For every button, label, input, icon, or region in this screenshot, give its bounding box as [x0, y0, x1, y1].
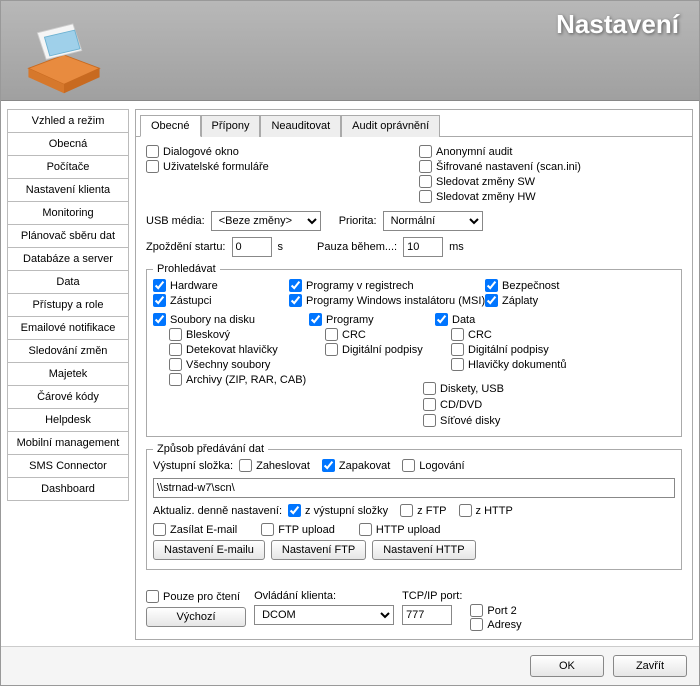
priority-select[interactable]: Normální [383, 211, 483, 231]
cb-archives[interactable]: Archivy (ZIP, RAR, CAB) [169, 373, 297, 386]
sidebar-item-email-notify[interactable]: Emailové notifikace [7, 316, 129, 340]
sidebar-item-barcodes[interactable]: Čárové kódy [7, 385, 129, 409]
sidebar-item-scheduler[interactable]: Plánovač sběru dat [7, 224, 129, 248]
cb-security[interactable]: Bezpečnost [485, 279, 579, 292]
tcp-port-label: TCP/IP port: [402, 590, 462, 602]
cb-digsig-prog[interactable]: Digitální podpisy [325, 343, 423, 356]
start-delay-label: Zpoždění startu: [146, 241, 226, 253]
pause-label: Pauza během...: [317, 241, 397, 253]
cb-from-output[interactable]: z výstupní složky [288, 504, 388, 517]
cb-doc-headers[interactable]: Hlavičky dokumentů [451, 358, 569, 371]
sidebar-item-mobile-mgmt[interactable]: Mobilní management [7, 431, 129, 455]
tab-noaudit[interactable]: Neauditovat [260, 115, 341, 137]
output-folder-input[interactable] [153, 478, 675, 498]
priority-label: Priorita: [339, 215, 377, 227]
cb-msi-programs[interactable]: Programy Windows instalátoru (MSI) [289, 294, 473, 307]
settings-folder-icon [19, 15, 109, 95]
client-control-select[interactable]: DCOM [254, 605, 394, 625]
cb-send-email[interactable]: Zasílat E-mail [153, 523, 237, 536]
cb-data[interactable]: Data [435, 313, 569, 326]
cb-netdisks[interactable]: Síťové disky [423, 414, 500, 427]
cb-crc-data[interactable]: CRC [451, 328, 569, 341]
cb-digsig-data[interactable]: Digitální podpisy [451, 343, 569, 356]
scan-legend: Prohledávat [153, 263, 220, 275]
main-panel: Obecné Přípony Neauditovat Audit oprávně… [135, 109, 693, 640]
sidebar-item-client-settings[interactable]: Nastavení klienta [7, 178, 129, 202]
cb-patches[interactable]: Záplaty [485, 294, 579, 307]
start-delay-unit: s [278, 241, 284, 253]
start-delay-input[interactable] [232, 237, 272, 257]
http-settings-button[interactable]: Nastavení HTTP [372, 540, 475, 560]
tabs: Obecné Přípony Neauditovat Audit oprávně… [136, 110, 692, 137]
tab-extensions[interactable]: Přípony [201, 115, 261, 137]
tcp-port-input[interactable] [402, 605, 452, 625]
footer-area: Pouze pro čtení Výchozí Ovládání klienta… [136, 584, 692, 639]
sidebar-item-helpdesk[interactable]: Helpdesk [7, 408, 129, 432]
settings-window: Nastavení Vzhled a režim Obecná Počítače… [0, 0, 700, 686]
email-settings-button[interactable]: Nastavení E-mailu [153, 540, 265, 560]
sidebar-item-computers[interactable]: Počítače [7, 155, 129, 179]
cb-crc-prog[interactable]: CRC [325, 328, 423, 341]
sidebar: Vzhled a režim Obecná Počítače Nastavení… [7, 109, 129, 640]
cb-ftp-upload[interactable]: FTP upload [261, 523, 335, 536]
header: Nastavení [1, 1, 699, 101]
cb-watch-hw[interactable]: Sledovat změny HW [419, 190, 676, 203]
cb-hardware[interactable]: Hardware [153, 279, 277, 292]
transfer-legend: Způsob předávání dat [153, 443, 268, 455]
pause-input[interactable] [403, 237, 443, 257]
cb-port2[interactable]: Port 2 [470, 604, 521, 617]
cb-reg-programs[interactable]: Programy v registrech [289, 279, 473, 292]
cb-addresses[interactable]: Adresy [470, 618, 521, 631]
cb-shortcuts[interactable]: Zástupci [153, 294, 277, 307]
cb-password[interactable]: Zaheslovat [239, 459, 310, 472]
sidebar-item-change-tracking[interactable]: Sledování změn [7, 339, 129, 363]
cb-flash[interactable]: Bleskový [169, 328, 297, 341]
cb-http-upload[interactable]: HTTP upload [359, 523, 441, 536]
cb-anonymous-audit[interactable]: Anonymní audit [419, 145, 676, 158]
cb-logging[interactable]: Logování [402, 459, 464, 472]
ok-button[interactable]: OK [530, 655, 604, 677]
cb-watch-sw[interactable]: Sledovat změny SW [419, 175, 676, 188]
usb-media-select[interactable]: <Beze změny> [211, 211, 321, 231]
sidebar-item-sms-connector[interactable]: SMS Connector [7, 454, 129, 478]
ftp-settings-button[interactable]: Nastavení FTP [271, 540, 366, 560]
cb-encrypted-settings[interactable]: Šifrované nastavení (scan.ini) [419, 160, 676, 173]
cb-disk-files[interactable]: Soubory na disku [153, 313, 297, 326]
cb-readonly[interactable]: Pouze pro čtení [146, 590, 240, 603]
client-control-label: Ovládání klienta: [254, 590, 394, 602]
sidebar-item-access-roles[interactable]: Přístupy a role [7, 293, 129, 317]
sidebar-item-database[interactable]: Databáze a server [7, 247, 129, 271]
defaults-button[interactable]: Výchozí [146, 607, 246, 627]
daily-update-label: Aktualiz. denně nastavení: [153, 505, 282, 517]
cb-cddvd[interactable]: CD/DVD [423, 398, 482, 411]
cb-user-forms[interactable]: Uživatelské formuláře [146, 160, 403, 173]
cb-programs[interactable]: Programy [309, 313, 423, 326]
sidebar-item-data[interactable]: Data [7, 270, 129, 294]
cb-from-http[interactable]: z HTTP [459, 504, 513, 517]
sidebar-item-assets[interactable]: Majetek [7, 362, 129, 386]
sidebar-item-dashboard[interactable]: Dashboard [7, 477, 129, 501]
dialog-buttons: OK Zavřít [1, 646, 699, 685]
cb-all-files[interactable]: Všechny soubory [169, 358, 297, 371]
cb-floppy-usb[interactable]: Diskety, USB [423, 382, 504, 395]
scan-fieldset: Prohledávat Hardware Programy v registre… [146, 263, 682, 437]
output-folder-label: Výstupní složka: [153, 460, 233, 472]
page-title: Nastavení [556, 9, 679, 40]
cb-detect-headers[interactable]: Detekovat hlavičky [169, 343, 297, 356]
usb-media-label: USB média: [146, 215, 205, 227]
tab-audit-perms[interactable]: Audit oprávnění [341, 115, 440, 137]
tab-general[interactable]: Obecné [140, 115, 201, 137]
transfer-fieldset: Způsob předávání dat Výstupní složka: Za… [146, 443, 682, 570]
sidebar-item-monitoring[interactable]: Monitoring [7, 201, 129, 225]
sidebar-item-appearance[interactable]: Vzhled a režim [7, 109, 129, 133]
cb-dialog-window[interactable]: Dialogové okno [146, 145, 403, 158]
close-button[interactable]: Zavřít [613, 655, 687, 677]
pause-unit: ms [449, 241, 464, 253]
cb-from-ftp[interactable]: z FTP [400, 504, 446, 517]
sidebar-item-general[interactable]: Obecná [7, 132, 129, 156]
cb-pack[interactable]: Zapakovat [322, 459, 390, 472]
